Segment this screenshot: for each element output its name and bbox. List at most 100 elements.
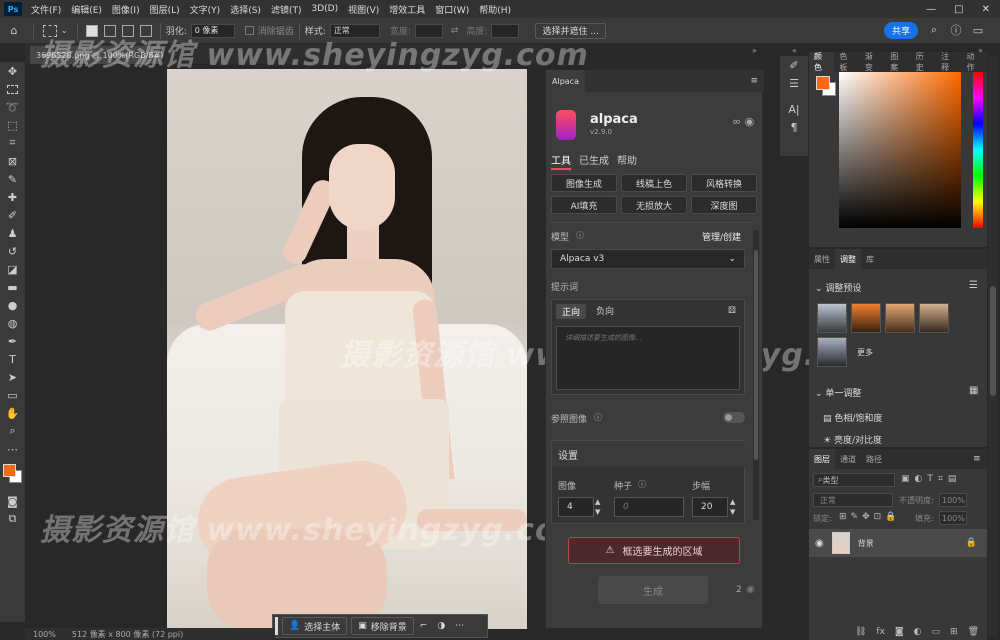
character-panel-icon[interactable]: A| bbox=[780, 100, 808, 118]
adjust-sliders-icon[interactable]: ☰ bbox=[780, 74, 808, 92]
info-icon[interactable]: ⓘ bbox=[638, 479, 646, 490]
type-tool-icon[interactable]: T bbox=[0, 350, 25, 368]
menu-type[interactable]: 文字(Y) bbox=[185, 3, 226, 16]
drag-handle[interactable] bbox=[275, 617, 278, 635]
single-adjust-header[interactable]: ⌄ 单一调整 bbox=[815, 386, 861, 399]
minimize-button[interactable]: — bbox=[926, 4, 936, 15]
lock-icons[interactable]: ⊞✎✥⊡🔒 bbox=[839, 512, 900, 522]
dice-icon[interactable]: ⚄ bbox=[728, 306, 736, 316]
share-button[interactable]: 共享 bbox=[884, 22, 918, 39]
adjustment-layer-icon[interactable]: ◐ bbox=[914, 627, 922, 637]
brightness-contrast-item[interactable]: ☀ 亮度/对比度 bbox=[823, 433, 882, 446]
brush-tool-icon[interactable]: ✐ bbox=[0, 206, 25, 224]
path-select-icon[interactable]: ➤ bbox=[0, 368, 25, 386]
menu-edit[interactable]: 编辑(E) bbox=[66, 3, 107, 16]
screen-mode-icon[interactable]: ⧉ bbox=[0, 510, 25, 528]
mask-icon[interactable]: ◑ bbox=[437, 621, 445, 631]
quick-mask-icon[interactable]: ◙ bbox=[0, 492, 25, 510]
tab-libraries[interactable]: 库 bbox=[861, 249, 879, 269]
fill-input[interactable]: 100% bbox=[939, 511, 967, 525]
tab-channels[interactable]: 通道 bbox=[835, 449, 861, 469]
frame-tool-icon[interactable]: ⊠ bbox=[0, 152, 25, 170]
paragraph-panel-icon[interactable]: ¶ bbox=[780, 118, 808, 136]
prompt-input[interactable]: 详细描述要生成的图像... bbox=[556, 326, 740, 390]
foreground-color-swatch[interactable] bbox=[816, 76, 830, 90]
infinity-icon[interactable]: ∞ ◉ bbox=[732, 115, 754, 128]
alpaca-scrollbar[interactable] bbox=[753, 230, 759, 520]
tab-notes[interactable]: 注释 bbox=[936, 52, 961, 72]
blend-mode-select[interactable]: 正常 bbox=[813, 493, 893, 507]
healing-tool-icon[interactable]: ✚ bbox=[0, 188, 25, 206]
new-group-icon[interactable]: ▭ bbox=[932, 627, 941, 637]
menu-filter[interactable]: 滤镜(T) bbox=[266, 3, 307, 16]
tab-gradients[interactable]: 渐变 bbox=[860, 52, 885, 72]
menu-window[interactable]: 窗口(W) bbox=[430, 3, 474, 16]
layer-style-icon[interactable]: fx bbox=[876, 627, 885, 637]
history-brush-icon[interactable]: ↺ bbox=[0, 242, 25, 260]
hand-tool-icon[interactable]: ✋ bbox=[0, 404, 25, 422]
tab-actions[interactable]: 动作 bbox=[962, 52, 987, 72]
opacity-input[interactable]: 100% bbox=[939, 493, 967, 507]
pen-tool-icon[interactable]: ✒ bbox=[0, 332, 25, 350]
preset-thumbnail[interactable] bbox=[919, 303, 949, 333]
tab-patterns[interactable]: 图案 bbox=[885, 52, 910, 72]
more-tools-icon[interactable]: ⋯ bbox=[0, 440, 25, 458]
tab-positive[interactable]: 正向 bbox=[556, 304, 587, 319]
image-generate-button[interactable]: 图像生成 bbox=[551, 174, 617, 192]
tab-help[interactable]: 帮助 bbox=[617, 152, 637, 170]
manage-create-link[interactable]: 管理/创建 bbox=[702, 230, 741, 243]
tab-tools[interactable]: 工具 bbox=[551, 152, 571, 170]
menu-plugins[interactable]: 增效工具 bbox=[384, 3, 430, 16]
more-presets-link[interactable]: 更多 bbox=[857, 347, 873, 358]
crop-tool-icon[interactable]: ⌗ bbox=[0, 134, 25, 152]
lasso-tool-icon[interactable]: ➰ bbox=[0, 98, 25, 116]
tab-negative[interactable]: 负向 bbox=[596, 304, 614, 319]
menu-image[interactable]: 图像(I) bbox=[107, 3, 145, 16]
info-icon[interactable]: ⓘ bbox=[594, 412, 602, 423]
tab-layers[interactable]: 图层 bbox=[809, 449, 835, 469]
workspace-icon[interactable]: ▭ bbox=[971, 23, 985, 37]
color-picker-field[interactable] bbox=[839, 72, 961, 228]
menu-view[interactable]: 视图(V) bbox=[343, 3, 384, 16]
menu-select[interactable]: 选择(S) bbox=[225, 3, 266, 16]
menu-3d[interactable]: 3D(D) bbox=[306, 4, 343, 14]
tab-history[interactable]: 历史 bbox=[911, 52, 936, 72]
settings-header[interactable]: 设置 bbox=[552, 441, 746, 467]
remove-background-button[interactable]: ▣ 移除背景 bbox=[351, 617, 414, 635]
depth-map-button[interactable]: 深度图 bbox=[691, 196, 757, 214]
presets-header[interactable]: ⌄ 调整预设 bbox=[815, 281, 861, 294]
select-subject-button[interactable]: 👤 选择主体 bbox=[282, 617, 348, 635]
maximize-button[interactable]: □ bbox=[954, 4, 963, 15]
visibility-eye-icon[interactable]: ◉ bbox=[815, 538, 824, 549]
hue-saturation-item[interactable]: ▤ 色相/饱和度 bbox=[823, 411, 882, 424]
preset-thumbnail[interactable] bbox=[817, 303, 847, 333]
new-layer-icon[interactable]: ⊞ bbox=[950, 627, 958, 637]
foreground-color-swatch[interactable] bbox=[3, 464, 16, 477]
collapse-panel-icon[interactable]: » bbox=[752, 46, 757, 55]
panel-menu-icon[interactable]: ≡ bbox=[750, 76, 758, 86]
images-count-input[interactable]: 4 bbox=[558, 497, 594, 517]
list-view-icon[interactable]: ☰ bbox=[969, 280, 978, 291]
stepper-icon[interactable]: ▲ ▼ bbox=[730, 497, 735, 517]
model-select[interactable]: Alpaca v3 ⌄ bbox=[551, 249, 745, 269]
collapse-panel-icon[interactable]: « bbox=[792, 46, 797, 55]
menu-file[interactable]: 文件(F) bbox=[26, 3, 66, 16]
lossless-upscale-button[interactable]: 无损放大 bbox=[621, 196, 687, 214]
add-mask-icon[interactable]: ◙ bbox=[895, 627, 904, 637]
tab-generated[interactable]: 已生成 bbox=[579, 152, 609, 170]
style-transfer-button[interactable]: 风格转换 bbox=[691, 174, 757, 192]
generate-button[interactable]: 生成 bbox=[598, 576, 708, 604]
alpaca-panel-tab[interactable]: Alpaca bbox=[546, 70, 585, 92]
rectangle-tool-icon[interactable]: ▭ bbox=[0, 386, 25, 404]
lock-icon[interactable]: 🔒 bbox=[966, 538, 977, 548]
hue-slider[interactable] bbox=[973, 72, 983, 228]
menu-layer[interactable]: 图层(L) bbox=[145, 3, 185, 16]
grid-view-icon[interactable]: ▦ bbox=[969, 385, 978, 396]
object-select-tool-icon[interactable]: ⬚ bbox=[0, 116, 25, 134]
tab-properties[interactable]: 属性 bbox=[809, 249, 835, 269]
trash-icon[interactable]: 🗑 bbox=[968, 627, 979, 637]
tab-swatches[interactable]: 色板 bbox=[834, 52, 859, 72]
brush-settings-icon[interactable]: ✐ bbox=[780, 56, 808, 74]
zoom-tool-icon[interactable]: ⌕ bbox=[0, 422, 25, 440]
more-options-icon[interactable]: ⋯ bbox=[455, 621, 464, 631]
